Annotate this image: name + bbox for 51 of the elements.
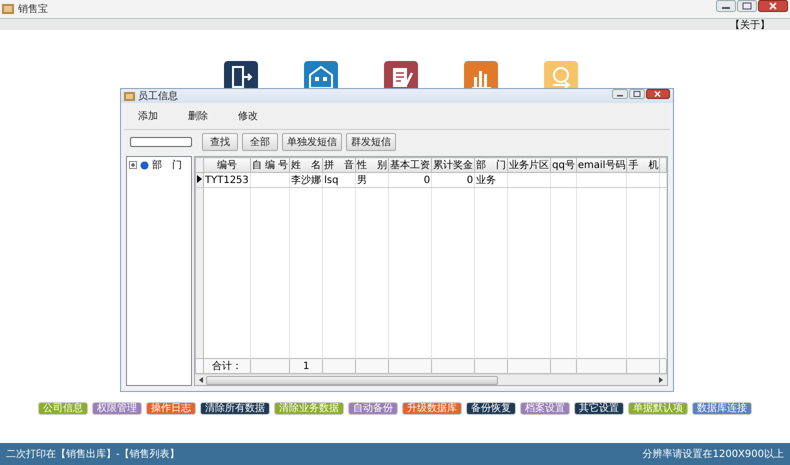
- footer-cell: 合计：: [212, 361, 242, 372]
- column-header[interactable]: 编号: [204, 158, 250, 172]
- toolbar-button[interactable]: 群发短信: [346, 133, 396, 151]
- close-icon: [646, 89, 670, 99]
- toolbar-button[interactable]: 单独发短信: [282, 133, 342, 151]
- tree-item[interactable]: 部 门: [152, 158, 182, 172]
- row-pointer-icon: [196, 174, 203, 184]
- folder-dot-icon: [140, 160, 149, 170]
- column-header[interactable]: email号码: [576, 158, 627, 172]
- table-cell: 0: [424, 174, 430, 186]
- scroll-left-icon: [198, 376, 204, 384]
- scroll-right-icon: [658, 376, 664, 384]
- toolbar-button[interactable]: 查找: [202, 133, 238, 151]
- function-button[interactable]: 数据库连接: [692, 402, 752, 415]
- app-icon: [2, 3, 14, 15]
- column-header[interactable]: 基本工资: [388, 158, 432, 172]
- table-cell: 0: [466, 174, 474, 186]
- horizontal-scrollbar[interactable]: [195, 374, 667, 385]
- function-button[interactable]: 清除所有数据: [200, 402, 270, 415]
- column-header[interactable]: 业务片区: [508, 158, 551, 172]
- search-field[interactable]: [130, 137, 192, 147]
- table-cell: lsq: [324, 174, 338, 186]
- maximize-icon: [737, 0, 757, 12]
- table-cell: 男: [357, 175, 368, 186]
- column-header[interactable]: 拼 音: [322, 158, 356, 172]
- column-header[interactable]: 手 机: [626, 158, 660, 172]
- menu-item[interactable]: 删除: [188, 109, 208, 123]
- status-text: 分辨率请设置在1200X900以上: [642, 448, 784, 461]
- scroll-thumb[interactable]: [206, 376, 498, 384]
- column-header[interactable]: 部 门: [474, 158, 508, 172]
- dialog-title: 员工信息: [138, 90, 179, 103]
- toolbar-button[interactable]: 全部: [242, 133, 278, 151]
- menu-item[interactable]: 添加: [138, 109, 158, 123]
- table-cell: TYT1253: [205, 174, 249, 186]
- expand-icon[interactable]: [129, 161, 137, 169]
- footer-cell: 1: [302, 360, 310, 372]
- app-icon: [124, 90, 135, 102]
- table-cell: 李沙娜: [291, 175, 322, 186]
- minimize-icon: [716, 0, 736, 12]
- about-link[interactable]: 【关于】: [730, 18, 770, 32]
- column-header[interactable]: 姓 名: [290, 158, 323, 172]
- window-title: 销售宝: [18, 2, 49, 16]
- table-cell: 业务: [476, 175, 496, 186]
- function-button[interactable]: 备份恢复: [466, 402, 516, 415]
- column-header[interactable]: 性 别: [356, 158, 389, 172]
- status-text: 二次打印在【销售出库】-【销售列表】: [6, 448, 180, 461]
- column-header[interactable]: 自 编 号: [250, 158, 290, 172]
- function-button[interactable]: 其它设置: [574, 402, 624, 415]
- column-header[interactable]: 累计奖金: [432, 158, 475, 172]
- column-header[interactable]: qq号: [550, 158, 576, 172]
- menu-item[interactable]: 修改: [238, 109, 258, 123]
